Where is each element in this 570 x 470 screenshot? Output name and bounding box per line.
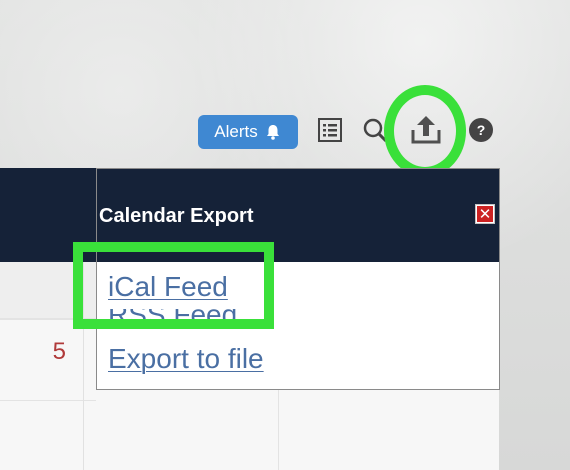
svg-text:?: ? bbox=[477, 122, 486, 138]
bell-icon bbox=[266, 125, 279, 140]
calendar-column-divider bbox=[278, 390, 279, 470]
list-icon[interactable] bbox=[318, 118, 342, 142]
calendar-day-number[interactable]: 5 bbox=[0, 338, 66, 366]
alerts-label: Alerts bbox=[214, 122, 258, 141]
highlight-rectangle-annotation bbox=[73, 242, 274, 329]
export-to-file-link[interactable]: Export to file bbox=[108, 343, 264, 375]
calendar-lower-cells bbox=[96, 390, 499, 470]
highlight-circle-annotation bbox=[384, 85, 466, 177]
close-icon: ✕ bbox=[477, 205, 493, 223]
close-button[interactable]: ✕ bbox=[475, 204, 495, 224]
alerts-button[interactable]: Alerts bbox=[198, 115, 298, 149]
help-icon[interactable]: ? bbox=[468, 117, 494, 143]
calendar-row-divider bbox=[0, 400, 96, 401]
popup-title: Calendar Export bbox=[99, 205, 254, 227]
